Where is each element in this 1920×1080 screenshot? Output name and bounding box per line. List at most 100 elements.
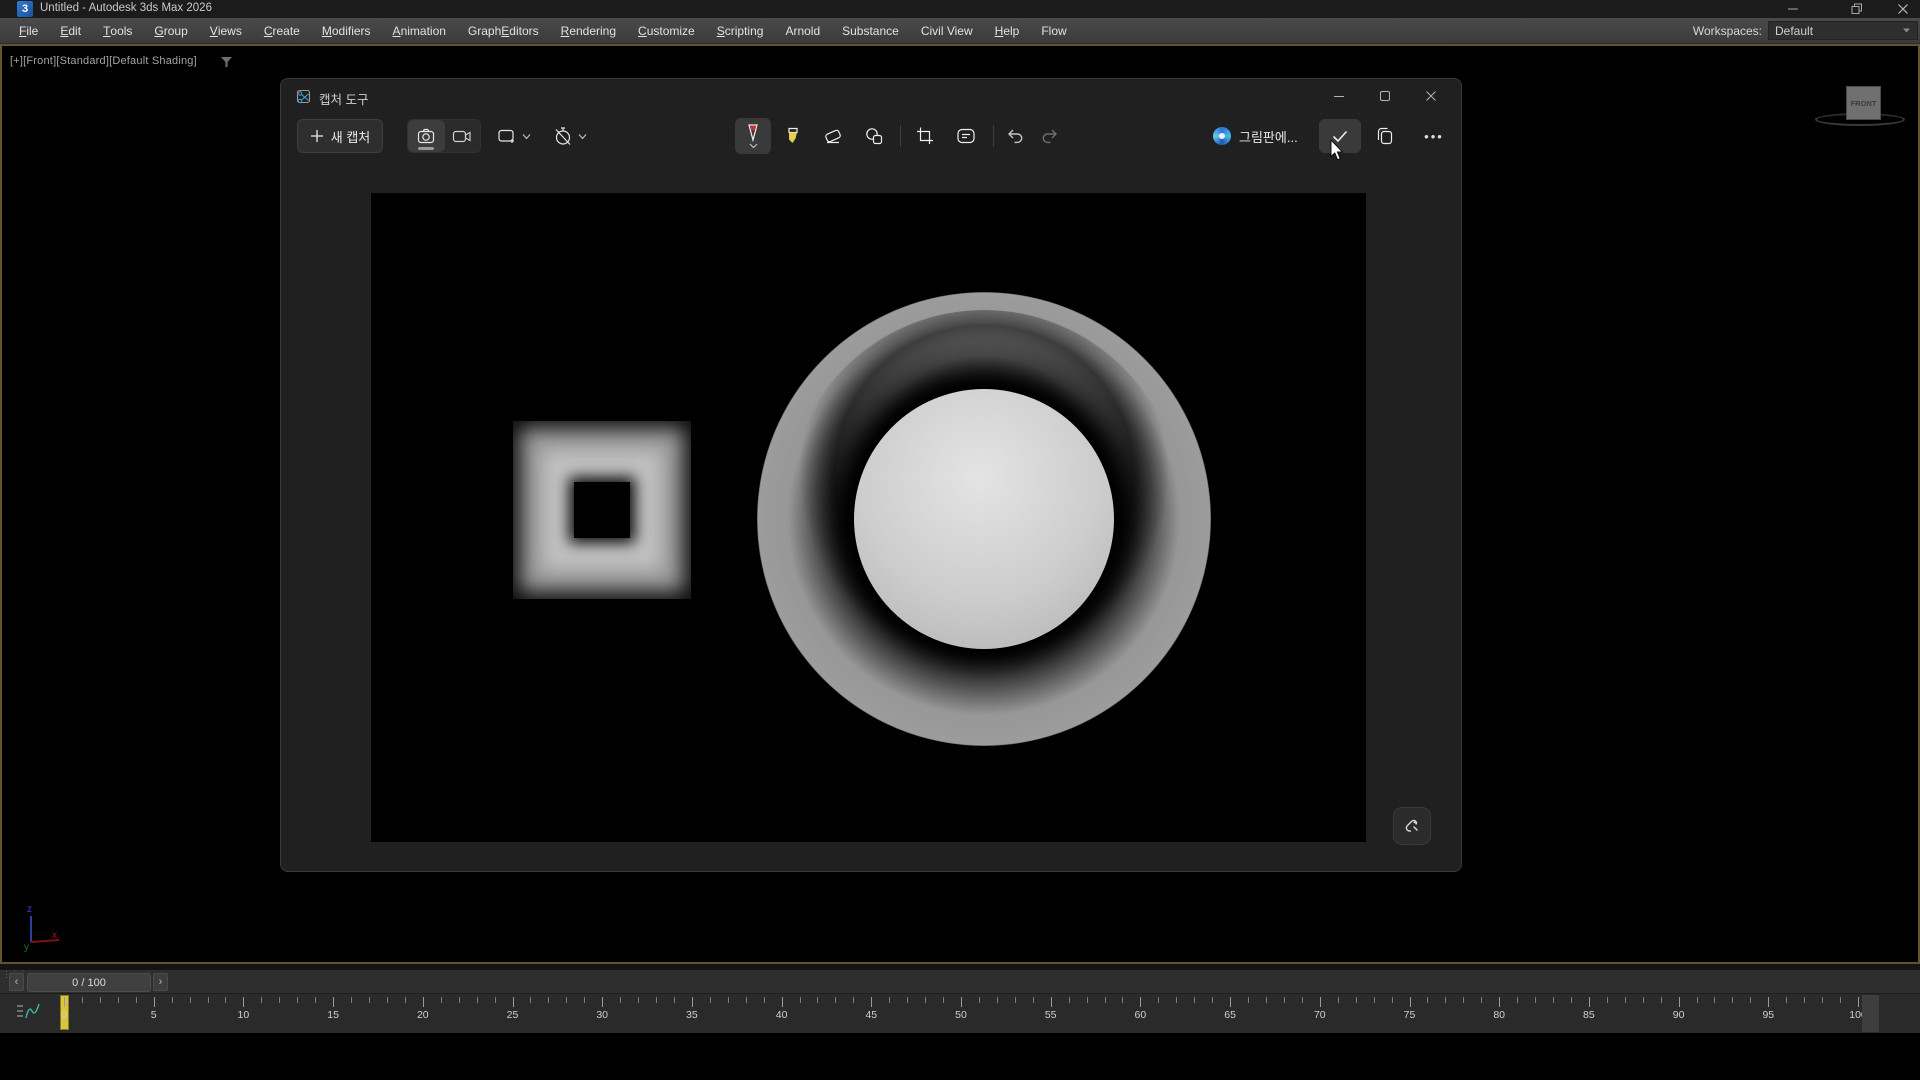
frame-tick [1804, 997, 1805, 1003]
copy-icon [1375, 126, 1395, 146]
frame-tick-label: 5 [151, 1009, 157, 1021]
menu-scripting[interactable]: Scripting [706, 18, 775, 43]
menu-views[interactable]: Views [199, 18, 253, 43]
chevron-down-icon [749, 143, 758, 149]
snip-mode-dropdown[interactable] [491, 123, 537, 149]
frame-tick [1607, 997, 1608, 1003]
frame-tick [405, 997, 406, 1003]
filter-funnel-icon[interactable] [220, 56, 234, 68]
frame-tick-label: 95 [1762, 1009, 1774, 1021]
menu-substance[interactable]: Substance [831, 18, 910, 43]
frame-tick [1069, 997, 1070, 1003]
menu-bar: FileEditToolsGroupViewsCreateModifiersAn… [0, 18, 1920, 44]
frame-tick [1266, 997, 1267, 1003]
snip-minimize-button[interactable] [1319, 82, 1359, 110]
viewcube[interactable]: FRONT [1846, 86, 1881, 120]
frame-tick [1410, 997, 1411, 1007]
frame-tick [1445, 997, 1446, 1003]
eraser-button[interactable] [817, 120, 849, 152]
menu-group[interactable]: Group [143, 18, 198, 43]
frame-tick [225, 997, 226, 1003]
frame-tick [1822, 997, 1823, 1003]
menu-civil-view[interactable]: Civil View [910, 18, 984, 43]
snip-maximize-button[interactable] [1365, 82, 1405, 110]
viewport-label[interactable]: [+][Front][Standard][Default Shading] [10, 55, 197, 67]
text-actions-button[interactable] [950, 120, 982, 152]
frame-tick [369, 997, 370, 1003]
menu-rendering[interactable]: Rendering [550, 18, 627, 43]
crop-button[interactable] [909, 120, 941, 152]
frame-tick [351, 997, 352, 1003]
frame-tick [1643, 997, 1644, 1003]
timeline-ruler[interactable]: 0510152025303540455055606570758085909510… [50, 994, 1884, 1033]
shapes-button[interactable] [858, 120, 890, 152]
app-minimize-button[interactable] [1776, 0, 1810, 17]
edit-in-paint-button[interactable]: 그림판에... [1209, 120, 1302, 152]
frame-tick [1714, 997, 1715, 1003]
frame-tick [548, 997, 549, 1003]
menu-help[interactable]: Help [984, 18, 1031, 43]
menu-animation[interactable]: Animation [382, 18, 457, 43]
menu-create[interactable]: Create [253, 18, 311, 43]
frame-tick [1051, 997, 1052, 1007]
menu-file[interactable]: File [8, 18, 49, 43]
frame-tick [261, 997, 262, 1003]
frame-tick [602, 997, 603, 1007]
menu-flow[interactable]: Flow [1030, 18, 1077, 43]
menu-graph-editors[interactable]: Graph Editors [457, 18, 550, 43]
frame-tick [1392, 997, 1393, 1003]
app-close-button[interactable] [1886, 0, 1920, 17]
highlighter-button[interactable] [777, 120, 809, 152]
snip-close-button[interactable] [1411, 82, 1451, 110]
frame-tick-label: 25 [507, 1009, 519, 1021]
frame-tick [907, 997, 908, 1003]
mini-curve-editor-toggle[interactable] [14, 1000, 44, 1026]
frame-tick [1320, 997, 1321, 1007]
frame-tick [243, 997, 244, 1007]
frame-tick [1158, 997, 1159, 1003]
timer-off-icon [553, 126, 573, 146]
frame-tick [1140, 997, 1141, 1007]
frame-tick [853, 997, 854, 1003]
workspaces-value: Default [1775, 24, 1813, 38]
frame-tick [728, 997, 729, 1003]
frame-tick [1858, 997, 1859, 1007]
ballpoint-pen-button[interactable] [735, 118, 771, 154]
photo-mode-button[interactable] [408, 120, 445, 152]
workspaces-dropdown[interactable]: Default [1768, 21, 1918, 40]
frame-tick [1697, 997, 1698, 1003]
axis-y-label: y [24, 942, 29, 953]
video-mode-button[interactable] [445, 120, 481, 152]
visual-search-button[interactable] [1393, 807, 1431, 845]
delay-dropdown[interactable] [547, 123, 593, 149]
frame-tick-label: 60 [1135, 1009, 1147, 1021]
frame-tick [1302, 997, 1303, 1003]
captured-image[interactable] [371, 193, 1366, 842]
frame-tick [1356, 997, 1357, 1003]
workspaces-area: Workspaces: Default [1693, 18, 1918, 43]
app-title: Untitled - Autodesk 3ds Max 2026 [40, 2, 212, 14]
previous-frame-button[interactable]: ‹ [9, 973, 24, 991]
copy-button[interactable] [1369, 120, 1401, 152]
menu-arnold[interactable]: Arnold [774, 18, 831, 43]
menu-modifiers[interactable]: Modifiers [311, 18, 382, 43]
frame-tick [333, 997, 334, 1007]
text-actions-icon [956, 126, 976, 146]
undo-button[interactable] [999, 120, 1031, 152]
app-restore-button[interactable] [1840, 0, 1874, 17]
new-capture-button[interactable]: 새 캡처 [297, 119, 383, 153]
frame-tick [1463, 997, 1464, 1003]
current-frame-field[interactable]: 0 / 100 [27, 973, 151, 992]
frame-tick [100, 997, 101, 1003]
more-options-button[interactable]: ••• [1414, 123, 1454, 149]
toolbar-drag-handle[interactable]: ⋮⋮⋮ [2, 972, 8, 992]
menu-edit[interactable]: Edit [49, 18, 92, 43]
frame-tick [692, 997, 693, 1007]
next-frame-button[interactable]: › [153, 973, 168, 991]
frame-tick [782, 997, 783, 1007]
frame-tick [1087, 997, 1088, 1003]
redo-button[interactable] [1034, 120, 1066, 152]
frame-tick [1374, 997, 1375, 1003]
menu-tools[interactable]: Tools [92, 18, 143, 43]
menu-customize[interactable]: Customize [627, 18, 706, 43]
